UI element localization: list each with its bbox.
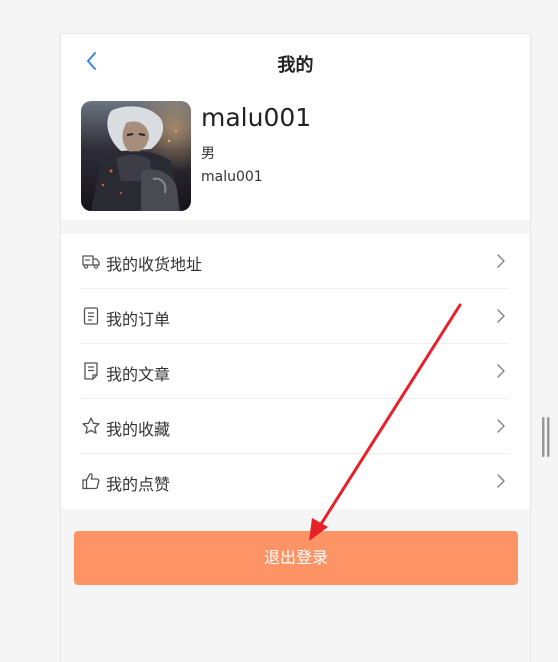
chevron-right-icon <box>497 254 505 268</box>
thumbs-up-icon <box>82 473 100 490</box>
username: malu001 <box>201 103 312 132</box>
navbar: 我的 <box>61 33 530 92</box>
menu-item-favorites[interactable]: 我的收藏 <box>81 399 509 454</box>
chevron-right-icon <box>497 364 505 378</box>
chevron-right-icon <box>497 474 505 488</box>
account-id: malu001 <box>201 169 263 185</box>
chevron-right-icon <box>497 309 505 323</box>
profile-card: malu001 男 malu001 <box>61 91 530 220</box>
avatar[interactable] <box>81 101 191 211</box>
menu-item-label: 我的文章 <box>106 365 171 384</box>
gender-label: 男 <box>201 146 215 162</box>
scrollbar-handle[interactable] <box>541 417 551 457</box>
menu-item-likes[interactable]: 我的点赞 <box>81 454 509 509</box>
logout-button[interactable]: 退出登录 <box>74 531 518 585</box>
star-icon <box>82 417 100 434</box>
avatar-image <box>81 101 191 211</box>
order-list-icon <box>83 307 99 325</box>
menu-item-address[interactable]: 我的收货地址 <box>81 234 509 289</box>
menu-item-articles[interactable]: 我的文章 <box>81 344 509 399</box>
menu-item-label: 我的收货地址 <box>106 255 203 274</box>
chevron-right-icon <box>497 419 505 433</box>
menu-item-orders[interactable]: 我的订单 <box>81 289 509 344</box>
menu-list: 我的收货地址 我的订单 我的文章 我的收藏 我的点赞 <box>61 234 530 509</box>
phone-frame: 我的 malu001 男 malu001 我的收货地址 我的订单 我的文章 我的… <box>60 33 531 662</box>
menu-item-label: 我的收藏 <box>106 420 171 439</box>
truck-icon <box>82 255 100 269</box>
page-title: 我的 <box>277 55 314 76</box>
article-icon <box>84 362 98 380</box>
menu-item-label: 我的点赞 <box>106 475 171 494</box>
menu-item-label: 我的订单 <box>106 310 171 329</box>
